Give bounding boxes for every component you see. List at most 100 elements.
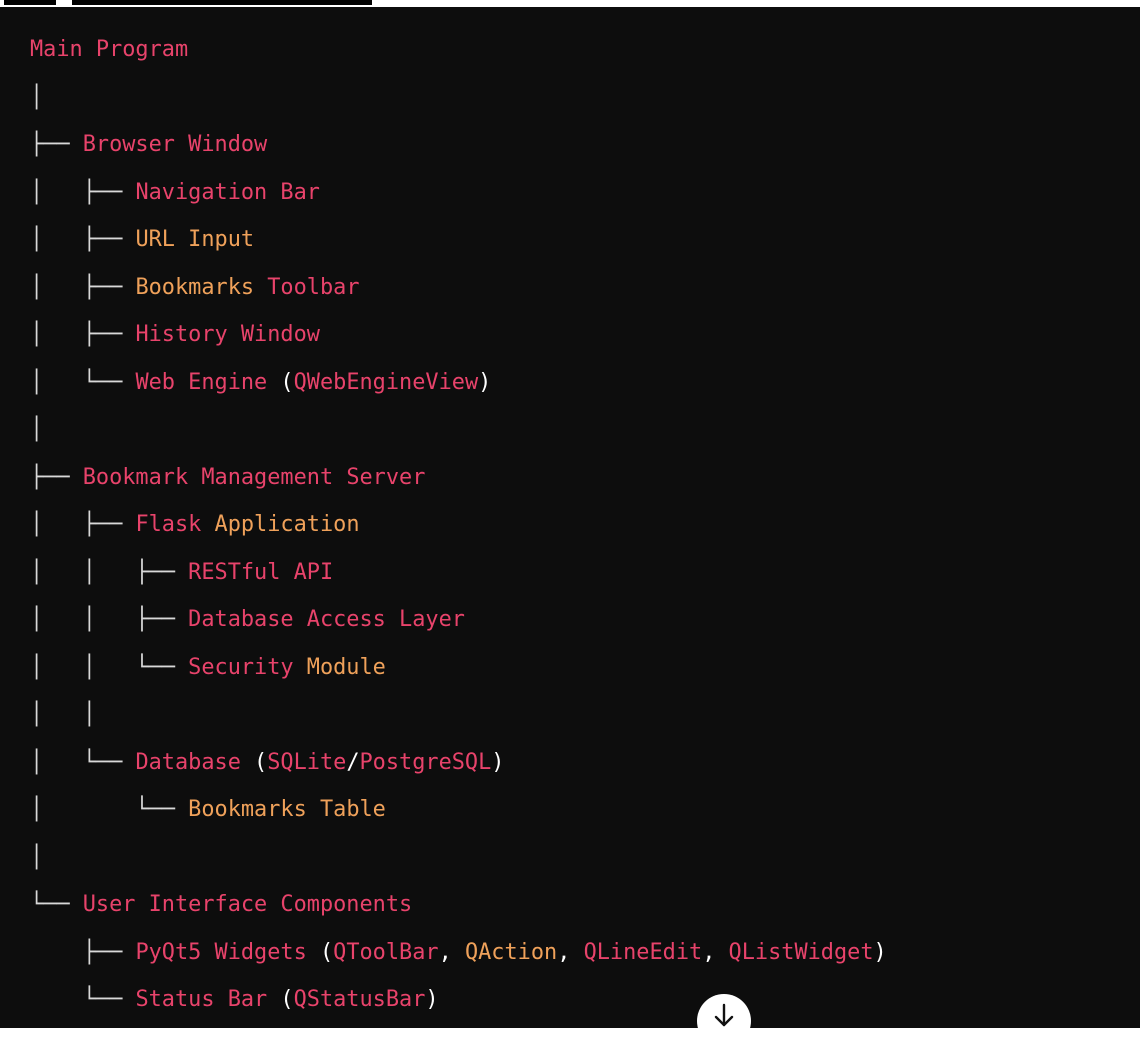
- tree-line: ├── Browser Window: [30, 127, 887, 175]
- tree-line: │: [30, 412, 887, 460]
- tree-connector: ├──: [30, 132, 83, 157]
- tree-connector: │: [30, 417, 44, 442]
- tree-line: │ └── Bookmarks Table: [30, 792, 887, 840]
- tree-node-text: Application: [201, 512, 360, 537]
- tree-node-text: (: [267, 369, 294, 395]
- tree-line: │: [30, 80, 887, 128]
- tree-node-text: Status: [135, 987, 215, 1012]
- tree-node-text: URL: [135, 227, 175, 252]
- tree-connector: │ ├──: [30, 512, 136, 537]
- tree-node-text: Access: [293, 607, 386, 632]
- tree-node-text: Web: [135, 369, 175, 395]
- tree-node-text: Components: [267, 892, 413, 917]
- tree-node-text: Bookmarks: [135, 274, 255, 300]
- tree-connector: │ │ ├──: [30, 607, 189, 632]
- tree-connector: │ │: [30, 702, 96, 727]
- tree-line: Main Program: [30, 32, 887, 80]
- tree-node-text: ): [425, 987, 439, 1012]
- tree-line: │ │ ├── Database Access Layer: [30, 602, 887, 650]
- tree-line: │ ├── Bookmarks Toolbar: [30, 270, 887, 318]
- tree-node-text: QLineEdit: [570, 939, 703, 965]
- tree-node-text: RESTful: [188, 559, 281, 585]
- tree-node-text: Browser: [82, 132, 175, 157]
- tree-connector: │ └──: [30, 369, 136, 395]
- tree-connector: ├──: [30, 939, 136, 965]
- tree-node-text: (: [240, 749, 268, 775]
- tree-node-text: Main: [30, 37, 83, 62]
- tree-node-text: Database: [135, 749, 241, 775]
- tree-node-text: ,: [557, 939, 571, 965]
- tree-line: ├── PyQt5 Widgets (QToolBar, QAction, QL…: [30, 935, 887, 983]
- tree-connector: │ ├──: [30, 322, 136, 347]
- tree-node-text: Window: [174, 132, 268, 157]
- top-strip-block: [72, 0, 372, 5]
- tree-connector: │: [30, 844, 44, 870]
- tree-node-text: History: [135, 322, 228, 347]
- tree-line: │ ├── Navigation Bar: [30, 175, 887, 223]
- tree-diagram: Main Program │ ├── Browser Window │ ├── Nav…: [30, 32, 887, 1030]
- tree-connector: └──: [30, 892, 83, 917]
- tree-node-text: Program: [82, 37, 189, 62]
- tree-line: │: [30, 840, 887, 888]
- tree-connector: │ ├──: [30, 274, 136, 300]
- tree-line: └── User Interface Components: [30, 887, 887, 935]
- tree-node-text: QWebEngineView: [293, 369, 479, 395]
- tree-line: │ ├── URL Input: [30, 222, 887, 270]
- tree-node-text: SQLite: [267, 749, 347, 775]
- tree-node-text: Server: [333, 464, 426, 490]
- tree-line: │ ├── Flask Application: [30, 507, 887, 555]
- tree-line: └── Status Bar (QStatusBar): [30, 982, 887, 1030]
- tree-node-text: (: [306, 939, 334, 965]
- top-strip-block: [4, 0, 56, 5]
- tree-node-text: Table: [306, 797, 386, 822]
- tree-connector: └──: [30, 987, 136, 1012]
- tree-node-text: Bookmark: [82, 464, 189, 490]
- tree-node-text: Input: [174, 227, 255, 252]
- tree-node-text: Module: [293, 654, 386, 680]
- tree-node-text: QToolBar: [333, 939, 439, 965]
- tree-line: │ ├── History Window: [30, 317, 887, 365]
- tree-connector: │: [30, 84, 44, 110]
- top-strip: [0, 0, 1140, 7]
- tree-line: │ │: [30, 697, 887, 745]
- tree-node-text: API: [280, 559, 334, 585]
- tree-node-text: Bookmarks: [188, 797, 307, 822]
- tree-line: │ └── Web Engine (QWebEngineView): [30, 365, 887, 413]
- tree-node-text: Management: [188, 464, 334, 490]
- tree-node-text: /: [346, 749, 360, 775]
- tree-node-text: Layer: [385, 607, 465, 632]
- tree-line: │ │ └── Security Module: [30, 650, 887, 698]
- tree-node-text: Security: [188, 654, 294, 680]
- tree-node-text: User: [82, 892, 136, 917]
- tree-node-text: Toolbar: [254, 274, 360, 300]
- tree-node-text: (: [267, 987, 294, 1012]
- tree-node-text: Database: [188, 607, 294, 632]
- tree-line: │ └── Database (SQLite/PostgreSQL): [30, 745, 887, 793]
- tree-connector: │ └──: [30, 797, 189, 822]
- tree-node-text: ): [491, 749, 505, 775]
- scroll-to-bottom-button[interactable]: [697, 994, 751, 1048]
- tree-node-text: Engine: [174, 369, 268, 395]
- tree-node-text: QListWidget: [715, 939, 874, 965]
- tree-node-text: ): [873, 939, 887, 965]
- tree-node-text: ): [478, 369, 492, 395]
- tree-node-text: Flask: [135, 512, 202, 537]
- tree-node-text: Interface: [135, 892, 268, 917]
- tree-line: │ │ ├── RESTful API: [30, 555, 887, 603]
- tree-connector: │ │ └──: [30, 654, 189, 680]
- tree-connector: │ ├──: [30, 227, 136, 252]
- tree-connector: │ │ ├──: [30, 559, 189, 585]
- tree-node-text: QAction: [451, 939, 558, 965]
- tree-node-text: PostgreSQL: [359, 749, 492, 775]
- tree-node-text: ,: [438, 939, 452, 965]
- tree-line: ├── Bookmark Management Server: [30, 460, 887, 508]
- tree-node-text: Bar: [214, 987, 268, 1012]
- tree-node-text: Navigation: [135, 179, 268, 205]
- tree-node-text: ,: [702, 939, 716, 965]
- tree-node-text: PyQt5: [135, 939, 202, 965]
- arrow-down-icon: [714, 1003, 734, 1027]
- tree-node-text: QStatusBar: [293, 987, 426, 1012]
- tree-node-text: Window: [227, 322, 320, 347]
- tree-connector: ├──: [30, 464, 83, 490]
- tree-node-text: Widgets: [201, 939, 307, 965]
